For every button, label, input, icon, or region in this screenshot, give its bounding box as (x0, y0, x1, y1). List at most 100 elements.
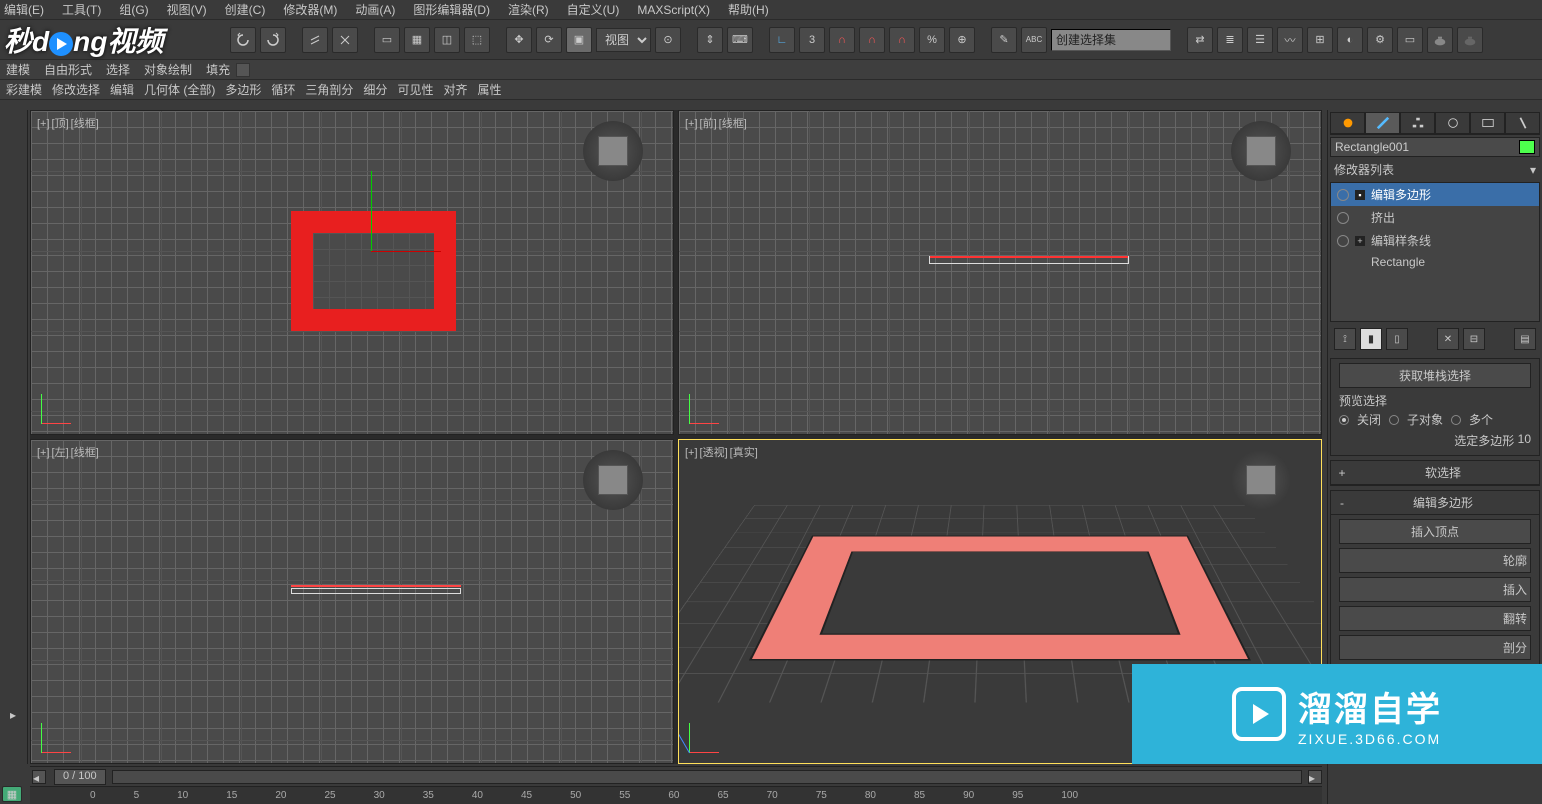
ribbon-expand-button[interactable] (236, 63, 250, 77)
object-rectangle-3d[interactable] (749, 535, 1251, 660)
viewport-top[interactable]: [+][顶][线框] (30, 110, 674, 435)
insert-button[interactable]: 插入 (1339, 577, 1531, 602)
configure-button[interactable]: ⊟ (1463, 328, 1485, 350)
pin-stack-button[interactable]: ⟟ (1334, 328, 1356, 350)
viewport-top-label[interactable]: [+][顶][线框] (37, 115, 101, 131)
percent-snap-button[interactable]: % (919, 27, 945, 53)
expand-icon[interactable]: ▪ (1355, 190, 1365, 200)
schematic-view-button[interactable]: ⊞ (1307, 27, 1333, 53)
panel-edit[interactable]: 编辑 (110, 81, 134, 98)
mod-editpoly[interactable]: ▪编辑多边形 (1331, 183, 1539, 206)
timeline-grip[interactable]: ◂ (32, 770, 46, 784)
make-unique-button[interactable]: ▯ (1386, 328, 1408, 350)
timeline-grip-right[interactable]: ▸ (1308, 770, 1322, 784)
render-button[interactable] (1427, 27, 1453, 53)
use-center-button[interactable]: ⊙ (655, 27, 681, 53)
scale-button[interactable]: ▣ (566, 27, 592, 53)
window-crossing-button[interactable]: ⬚ (464, 27, 490, 53)
tab-utilities[interactable] (1505, 112, 1540, 134)
viewport-left[interactable]: [+][左][线框] (30, 439, 674, 764)
object-color-swatch[interactable] (1519, 140, 1535, 154)
viewcube[interactable] (583, 450, 643, 510)
visibility-icon[interactable] (1337, 212, 1349, 224)
selection-set-input[interactable] (1051, 29, 1171, 51)
menu-customize[interactable]: 自定义(U) (567, 1, 620, 18)
insert-vertex-button[interactable]: 插入顶点 (1339, 519, 1531, 544)
rollout-softsel-header[interactable]: +软选择 (1331, 461, 1539, 485)
panel-geomall[interactable]: 几何体 (全部) (144, 81, 215, 98)
tab-create[interactable] (1330, 112, 1365, 134)
ribbon-modeling[interactable]: 建模 (6, 61, 30, 78)
visibility-icon[interactable] (1337, 235, 1349, 247)
radio-off[interactable] (1339, 415, 1349, 425)
show-end-result-button[interactable]: ▮ (1360, 328, 1382, 350)
timeline-play-button[interactable]: ▸ (4, 706, 22, 724)
frame-indicator[interactable]: 0 / 100 (54, 769, 106, 785)
panel-poly[interactable]: 多边形 (225, 81, 261, 98)
ribbon-select[interactable]: 选择 (106, 61, 130, 78)
menu-group[interactable]: 组(G) (119, 1, 148, 18)
viewport-persp-label[interactable]: [+][透视][真实] (685, 444, 760, 460)
menu-tools[interactable]: 工具(T) (62, 1, 101, 18)
link-button[interactable] (302, 27, 328, 53)
mod-editspline[interactable]: +编辑样条线 (1331, 229, 1539, 252)
render-prod-button[interactable] (1457, 27, 1483, 53)
menu-graph-editors[interactable]: 图形编辑器(D) (413, 1, 490, 18)
snap4-button[interactable]: ∩ (889, 27, 915, 53)
panel-loop[interactable]: 循环 (271, 81, 295, 98)
undo-button[interactable] (230, 27, 256, 53)
ribbon-freeform[interactable]: 自由形式 (44, 61, 92, 78)
viewcube[interactable] (1231, 121, 1291, 181)
move-button[interactable]: ✥ (506, 27, 532, 53)
panel-tri[interactable]: 三角剖分 (305, 81, 353, 98)
viewcube[interactable] (1231, 450, 1291, 510)
tab-hierarchy[interactable] (1400, 112, 1435, 134)
select-object-button[interactable]: ▭ (374, 27, 400, 53)
visibility-icon[interactable] (1337, 189, 1349, 201)
snap-toggle-button[interactable]: ∟ (769, 27, 795, 53)
tab-motion[interactable] (1435, 112, 1470, 134)
align-button[interactable]: ≣ (1217, 27, 1243, 53)
radio-multi[interactable] (1451, 415, 1461, 425)
panel-vis[interactable]: 可见性 (397, 81, 433, 98)
named-sel-edit-button[interactable]: ✎ (991, 27, 1017, 53)
select-region-button[interactable]: ◫ (434, 27, 460, 53)
viewport-front[interactable]: [+][前][线框] (678, 110, 1322, 435)
rotate-button[interactable]: ⟳ (536, 27, 562, 53)
panel-subdiv[interactable]: 细分 (363, 81, 387, 98)
ribbon-objpaint[interactable]: 对象绘制 (144, 61, 192, 78)
outline-button[interactable]: 轮廓 (1339, 548, 1531, 573)
tab-modify[interactable] (1365, 112, 1400, 134)
sets-button[interactable]: ▤ (1514, 328, 1536, 350)
object-name-field[interactable]: Rectangle001 (1330, 137, 1540, 157)
snap2-button[interactable]: ∩ (829, 27, 855, 53)
timeline-track[interactable] (112, 770, 1302, 784)
get-stack-selection-button[interactable]: 获取堆栈选择 (1339, 363, 1531, 388)
mirror-button[interactable]: ⇄ (1187, 27, 1213, 53)
named-sel-abc-button[interactable]: ABC (1021, 27, 1047, 53)
material-editor-button[interactable]: ◐ (1337, 27, 1363, 53)
menu-modifiers[interactable]: 修改器(M) (283, 1, 337, 18)
time-ruler[interactable]: 0510152025303540455055606570758085909510… (30, 786, 1322, 804)
keyboard-shortcut-button[interactable]: ⌨ (727, 27, 753, 53)
render-setup-button[interactable]: ⚙ (1367, 27, 1393, 53)
menu-help[interactable]: 帮助(H) (728, 1, 769, 18)
other-button[interactable]: 剖分 (1339, 635, 1531, 660)
ribbon-fill[interactable]: 填充 (206, 61, 230, 78)
menu-rendering[interactable]: 渲染(R) (508, 1, 549, 18)
panel-modsel[interactable]: 修改选择 (52, 81, 100, 98)
menu-edit[interactable]: 编辑(E) (4, 1, 44, 18)
menu-views[interactable]: 视图(V) (167, 1, 207, 18)
menu-create[interactable]: 创建(C) (225, 1, 266, 18)
redo-button[interactable] (260, 27, 286, 53)
curve-editor-button[interactable]: 〰 (1277, 27, 1303, 53)
viewport-left-label[interactable]: [+][左][线框] (37, 444, 101, 460)
modifier-stack[interactable]: ▪编辑多边形 挤出 +编辑样条线 Rectangle (1330, 182, 1540, 322)
layers-button[interactable]: ☰ (1247, 27, 1273, 53)
panel-prop[interactable]: 属性 (477, 81, 501, 98)
mod-rectangle[interactable]: Rectangle (1331, 252, 1539, 272)
menu-animation[interactable]: 动画(A) (355, 1, 395, 18)
object-rectangle[interactable] (291, 211, 456, 331)
viewcube[interactable] (583, 121, 643, 181)
viewport-front-label[interactable]: [+][前][线框] (685, 115, 749, 131)
